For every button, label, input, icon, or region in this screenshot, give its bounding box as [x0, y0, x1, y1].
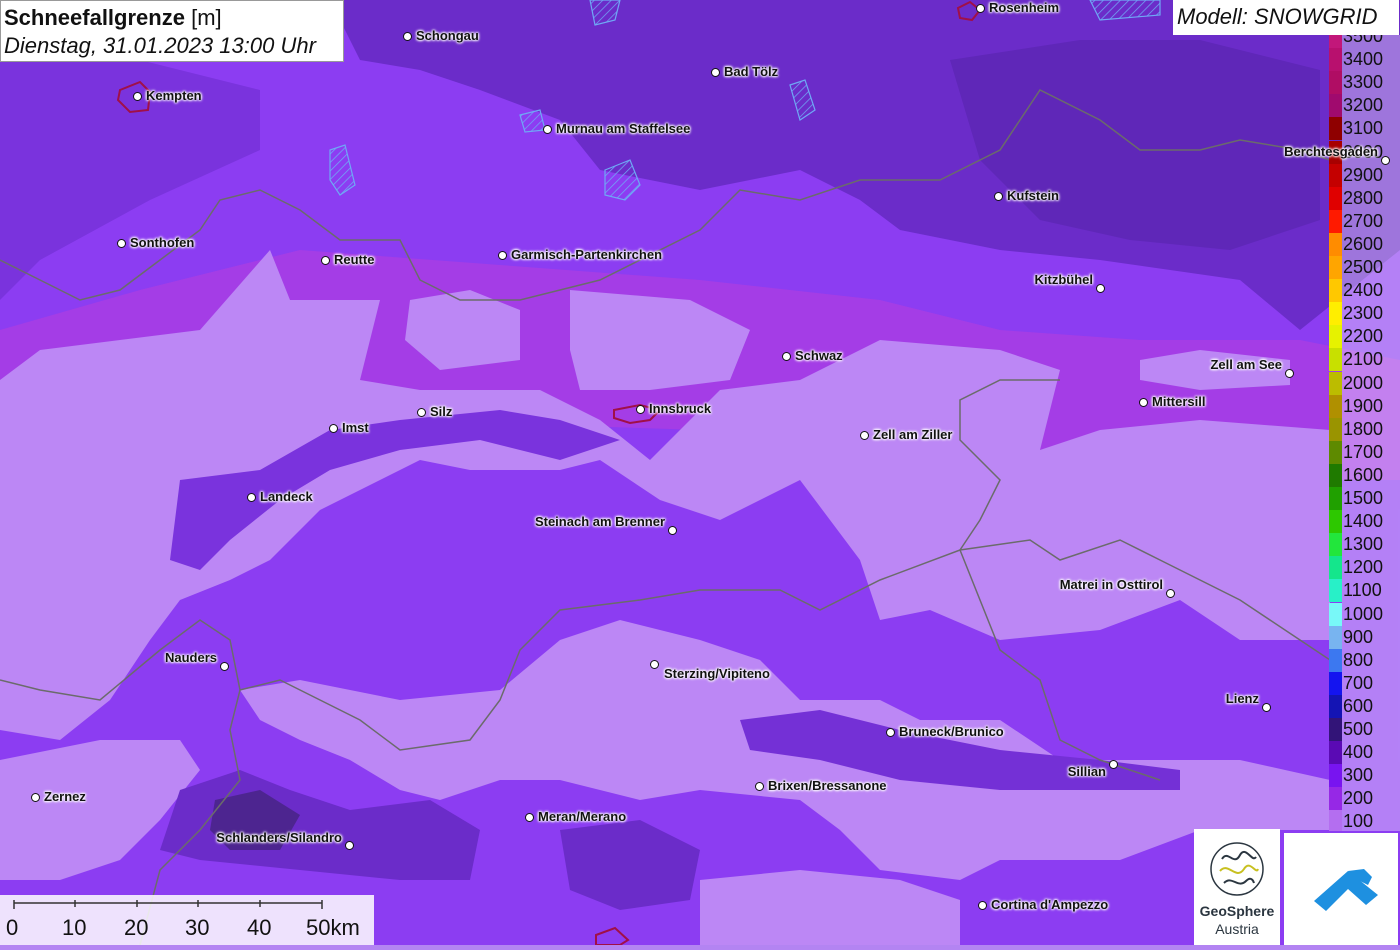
scale-label: 0: [6, 915, 19, 940]
city-label[interactable]: Kempten: [146, 88, 202, 103]
city-marker[interactable]: [782, 352, 791, 361]
city-label[interactable]: Landeck: [260, 489, 313, 504]
city-marker[interactable]: [1381, 156, 1390, 165]
city-label[interactable]: Imst: [342, 420, 369, 435]
city-label[interactable]: Murnau am Staffelsee: [556, 121, 690, 136]
city-label[interactable]: Zell am See: [1210, 357, 1282, 372]
city-marker[interactable]: [978, 901, 987, 910]
city-marker[interactable]: [668, 526, 677, 535]
city-label[interactable]: Garmisch-Partenkirchen: [511, 247, 662, 262]
city-label[interactable]: Berchtesgaden: [1284, 144, 1378, 159]
snowgrid-logo-icon: [1314, 869, 1378, 911]
city-label[interactable]: Meran/Merano: [538, 809, 626, 824]
city-label[interactable]: Steinach am Brenner: [535, 514, 665, 529]
city-label[interactable]: Cortina d'Ampezzo: [991, 897, 1108, 912]
city-label[interactable]: Sonthofen: [130, 235, 194, 250]
city-marker[interactable]: [498, 251, 507, 260]
city-marker[interactable]: [1096, 284, 1105, 293]
scale-label: 30: [185, 915, 210, 940]
city-marker[interactable]: [976, 4, 985, 13]
geosphere-logo[interactable]: GeoSphere Austria: [1194, 829, 1280, 945]
city-marker[interactable]: [321, 256, 330, 265]
city-marker[interactable]: [329, 424, 338, 433]
city-label[interactable]: Brixen/Bressanone: [768, 778, 887, 793]
scale-bar: 0 10 20 30 40 50km: [0, 895, 374, 945]
scale-label: 40: [247, 915, 272, 940]
city-marker[interactable]: [636, 405, 645, 414]
city-label[interactable]: Sillian: [1068, 764, 1106, 779]
city-label[interactable]: Innsbruck: [649, 401, 711, 416]
city-label[interactable]: Bad Tölz: [724, 64, 778, 79]
city-layer: Rosenheim Schongau Bad Tölz Kempten Murnau a…: [0, 0, 1400, 945]
city-marker[interactable]: [755, 782, 764, 791]
city-label[interactable]: Matrei in Osttirol: [1060, 577, 1163, 592]
city-label[interactable]: Kufstein: [1007, 188, 1059, 203]
city-marker[interactable]: [860, 431, 869, 440]
geosphere-logo-subtext: Austria: [1215, 921, 1259, 937]
city-marker[interactable]: [345, 841, 354, 850]
city-marker[interactable]: [525, 813, 534, 822]
city-label[interactable]: Lienz: [1226, 691, 1259, 706]
city-marker[interactable]: [711, 68, 720, 77]
city-marker[interactable]: [117, 239, 126, 248]
city-marker[interactable]: [31, 793, 40, 802]
city-label[interactable]: Schongau: [416, 28, 479, 43]
geosphere-logo-text: GeoSphere: [1199, 903, 1275, 919]
snowgrid-logo[interactable]: [1284, 833, 1398, 945]
city-label[interactable]: Sterzing/Vipiteno: [664, 666, 770, 681]
city-label[interactable]: Silz: [430, 404, 452, 419]
city-marker[interactable]: [1166, 589, 1175, 598]
city-label[interactable]: Zell am Ziller: [873, 427, 952, 442]
city-marker[interactable]: [650, 660, 659, 669]
city-marker[interactable]: [220, 662, 229, 671]
city-label[interactable]: Kitzbühel: [1035, 272, 1094, 287]
city-marker[interactable]: [886, 728, 895, 737]
scale-label: 50km: [306, 915, 360, 940]
city-label[interactable]: Rosenheim: [989, 0, 1059, 15]
city-marker[interactable]: [1285, 369, 1294, 378]
city-marker[interactable]: [543, 125, 552, 134]
city-marker[interactable]: [994, 192, 1003, 201]
city-label[interactable]: Zernez: [44, 789, 86, 804]
city-label[interactable]: Nauders: [165, 650, 217, 665]
city-marker[interactable]: [133, 92, 142, 101]
city-marker[interactable]: [1109, 760, 1118, 769]
city-label[interactable]: Bruneck/Brunico: [899, 724, 1004, 739]
city-marker[interactable]: [247, 493, 256, 502]
scale-label: 20: [124, 915, 149, 940]
geosphere-emblem-icon: [1210, 842, 1264, 896]
city-label[interactable]: Reutte: [334, 252, 374, 267]
city-label[interactable]: Schlanders/Silandro: [216, 830, 342, 845]
city-label[interactable]: Mittersill: [1152, 394, 1205, 409]
city-marker[interactable]: [1262, 703, 1271, 712]
city-marker[interactable]: [403, 32, 412, 41]
city-marker[interactable]: [1139, 398, 1148, 407]
city-marker[interactable]: [417, 408, 426, 417]
scale-label: 10: [62, 915, 87, 940]
city-label[interactable]: Schwaz: [795, 348, 843, 363]
